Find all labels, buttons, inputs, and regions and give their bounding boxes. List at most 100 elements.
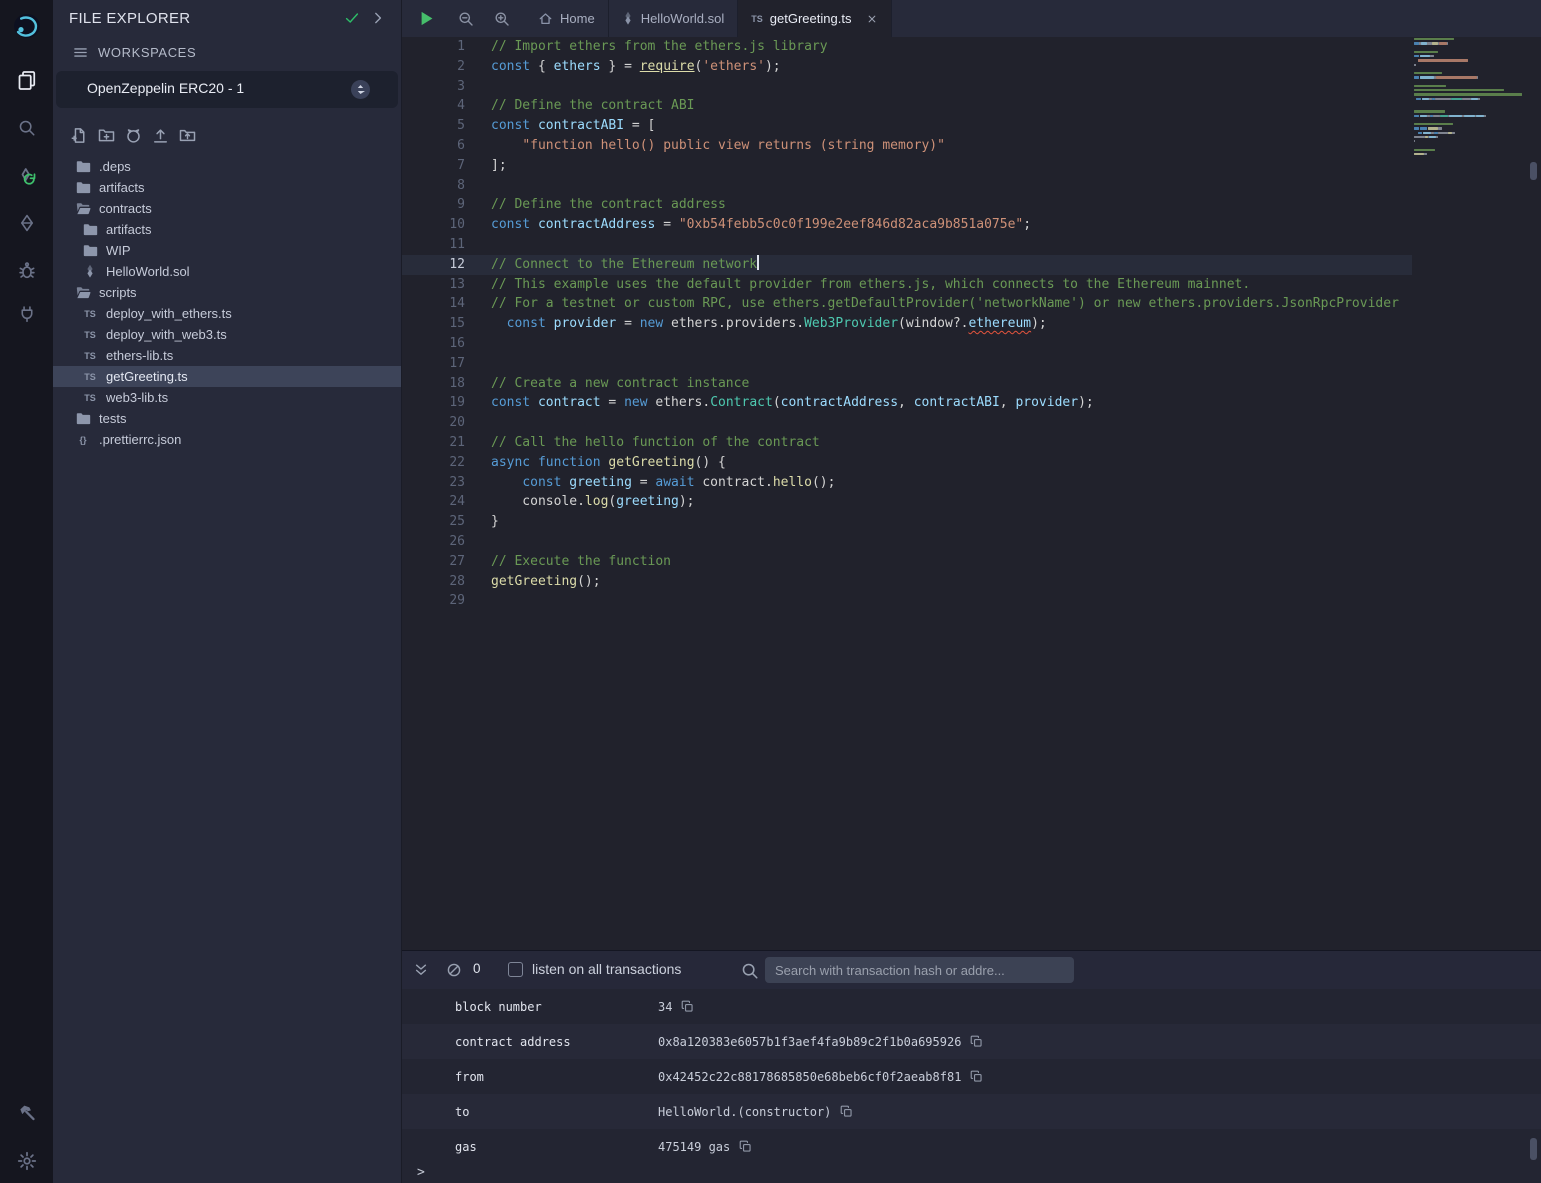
tab-getgreeting-ts[interactable]: TSgetGreeting.ts xyxy=(738,0,892,37)
code-line[interactable]: 9// Define the contract address xyxy=(402,195,1412,215)
file-tree-item-getgreeting-ts[interactable]: TSgetGreeting.ts xyxy=(53,366,401,387)
terminal-input[interactable]: > xyxy=(402,1161,425,1183)
code-line[interactable]: 24 console.log(greeting); xyxy=(402,492,1412,512)
file-tree-item--deps[interactable]: .deps xyxy=(53,156,401,177)
line-number: 15 xyxy=(402,314,465,334)
code-line[interactable]: 22async function getGreeting() { xyxy=(402,453,1412,473)
code-line[interactable]: 19const contract = new ethers.Contract(c… xyxy=(402,393,1412,413)
tab-helloworld-sol[interactable]: HelloWorld.sol xyxy=(609,0,739,37)
file-tree-item-deploy-with-web3-ts[interactable]: TSdeploy_with_web3.ts xyxy=(53,324,401,345)
code-line[interactable]: 28getGreeting(); xyxy=(402,572,1412,592)
search-icon[interactable] xyxy=(18,119,36,137)
code-token: ]; xyxy=(491,158,507,173)
editor-scrollbar-thumb[interactable] xyxy=(1530,162,1537,180)
code-line[interactable]: 1// Import ethers from the ethers.js lib… xyxy=(402,37,1412,57)
zoom-out-icon[interactable] xyxy=(458,11,474,27)
code-token: Web3Provider xyxy=(804,316,898,331)
code-line[interactable]: 26 xyxy=(402,532,1412,552)
code-line[interactable]: 21// Call the hello function of the cont… xyxy=(402,433,1412,453)
file-explorer-icon[interactable] xyxy=(17,70,37,90)
code-token: ); xyxy=(1078,395,1094,410)
code-line[interactable]: 27// Execute the function xyxy=(402,552,1412,572)
plugin-manager-icon[interactable] xyxy=(18,305,36,323)
copy-icon[interactable] xyxy=(970,1070,983,1083)
code-line[interactable]: 6 "function hello() public view returns … xyxy=(402,136,1412,156)
code-line[interactable]: 23 const greeting = await contract.hello… xyxy=(402,473,1412,493)
close-icon[interactable] xyxy=(866,13,878,25)
code-line[interactable]: 7]; xyxy=(402,156,1412,176)
code-line[interactable]: 5const contractABI = [ xyxy=(402,116,1412,136)
code-line[interactable]: 15 const provider = new ethers.providers… xyxy=(402,314,1412,334)
code-line[interactable]: 29 xyxy=(402,591,1412,611)
menu-icon[interactable] xyxy=(73,45,88,60)
line-number: 14 xyxy=(402,294,465,314)
code-token: // For a testnet or custom RPC, use ethe… xyxy=(491,296,1399,311)
file-tree-item-ethers-lib-ts[interactable]: TSethers-lib.ts xyxy=(53,345,401,366)
code-editor[interactable]: 1// Import ethers from the ethers.js lib… xyxy=(402,37,1541,950)
check-icon[interactable] xyxy=(344,10,360,26)
file-tree-item-web3-lib-ts[interactable]: TSweb3-lib.ts xyxy=(53,387,401,408)
line-number: 24 xyxy=(402,492,465,512)
workspace-options-icon[interactable] xyxy=(351,80,370,99)
new-folder-icon[interactable] xyxy=(98,127,115,144)
file-tree-item-tests[interactable]: tests xyxy=(53,408,401,429)
zoom-in-icon[interactable] xyxy=(494,11,510,27)
file-name: scripts xyxy=(99,285,137,300)
file-tree-item--prettierrc-json[interactable]: {}.prettierrc.json xyxy=(53,429,401,450)
remix-logo-icon[interactable] xyxy=(10,11,44,41)
file-name: artifacts xyxy=(106,222,152,237)
code-token: = xyxy=(616,316,639,331)
code-line[interactable]: 10const contractAddress = "0xb54febb5c0c… xyxy=(402,215,1412,235)
listen-all-transactions-checkbox[interactable] xyxy=(508,962,523,977)
file-tree-item-helloworld-sol[interactable]: HelloWorld.sol xyxy=(53,261,401,282)
code-line[interactable]: 18// Create a new contract instance xyxy=(402,374,1412,394)
terminal-scrollbar-thumb[interactable] xyxy=(1530,1138,1537,1160)
code-line[interactable]: 14 // For a testnet or custom RPC, use et… xyxy=(402,294,1412,314)
minimap[interactable] xyxy=(1414,37,1532,950)
copy-icon[interactable] xyxy=(739,1140,752,1153)
line-number: 9 xyxy=(402,195,465,215)
clear-console-icon[interactable] xyxy=(446,962,462,978)
copy-icon[interactable] xyxy=(840,1105,853,1118)
file-tree-item-deploy-with-ethers-ts[interactable]: TSdeploy_with_ethers.ts xyxy=(53,303,401,324)
solidity-compiler-icon[interactable] xyxy=(17,167,37,187)
collapse-terminal-icon[interactable] xyxy=(413,962,429,978)
debugger-icon[interactable] xyxy=(17,261,36,280)
code-line[interactable]: 4// Define the contract ABI xyxy=(402,96,1412,116)
code-line[interactable]: 20 xyxy=(402,413,1412,433)
upload-file-icon[interactable] xyxy=(152,127,169,144)
deploy-and-run-icon[interactable] xyxy=(18,214,36,232)
line-number: 18 xyxy=(402,374,465,394)
code-line[interactable]: 11 xyxy=(402,235,1412,255)
code-token xyxy=(530,217,538,232)
code-line[interactable]: 2const { ethers } = require('ethers'); xyxy=(402,57,1412,77)
code-line[interactable]: 12// Connect to the Ethereum network xyxy=(402,255,1412,275)
file-tree-item-scripts[interactable]: scripts xyxy=(53,282,401,303)
github-icon[interactable] xyxy=(125,127,142,144)
code-line[interactable]: 16 xyxy=(402,334,1412,354)
chevron-right-icon[interactable] xyxy=(370,10,386,26)
new-file-icon[interactable] xyxy=(71,127,88,144)
file-tree-item-artifacts[interactable]: artifacts xyxy=(53,177,401,198)
terminal-search-input[interactable] xyxy=(765,957,1074,983)
code-token: // This example uses the default provide… xyxy=(491,277,1250,292)
code-line[interactable]: 17 xyxy=(402,354,1412,374)
copy-icon[interactable] xyxy=(970,1035,983,1048)
tab-home[interactable]: Home xyxy=(525,0,609,37)
code-line[interactable]: 3 xyxy=(402,77,1412,97)
run-script-button[interactable] xyxy=(418,10,435,27)
line-number: 6 xyxy=(402,136,465,156)
code-line[interactable]: 13// This example uses the default provi… xyxy=(402,275,1412,295)
detail-value: 0x42452c22c88178685850e68beb6cf0f2aeab8f… xyxy=(658,1070,961,1084)
file-tree-item-contracts[interactable]: contracts xyxy=(53,198,401,219)
code-line[interactable]: 8 xyxy=(402,176,1412,196)
code-token xyxy=(546,316,554,331)
copy-icon[interactable] xyxy=(681,1000,694,1013)
file-tree-item-wip[interactable]: WIP xyxy=(53,240,401,261)
file-tree-item-artifacts[interactable]: artifacts xyxy=(53,219,401,240)
workspace-select[interactable]: OpenZeppelin ERC20 - 1 xyxy=(56,71,398,108)
code-line[interactable]: 25} xyxy=(402,512,1412,532)
upload-folder-icon[interactable] xyxy=(179,127,196,144)
settings-gear-icon[interactable] xyxy=(17,1151,37,1171)
tools-icon[interactable] xyxy=(17,1103,36,1122)
